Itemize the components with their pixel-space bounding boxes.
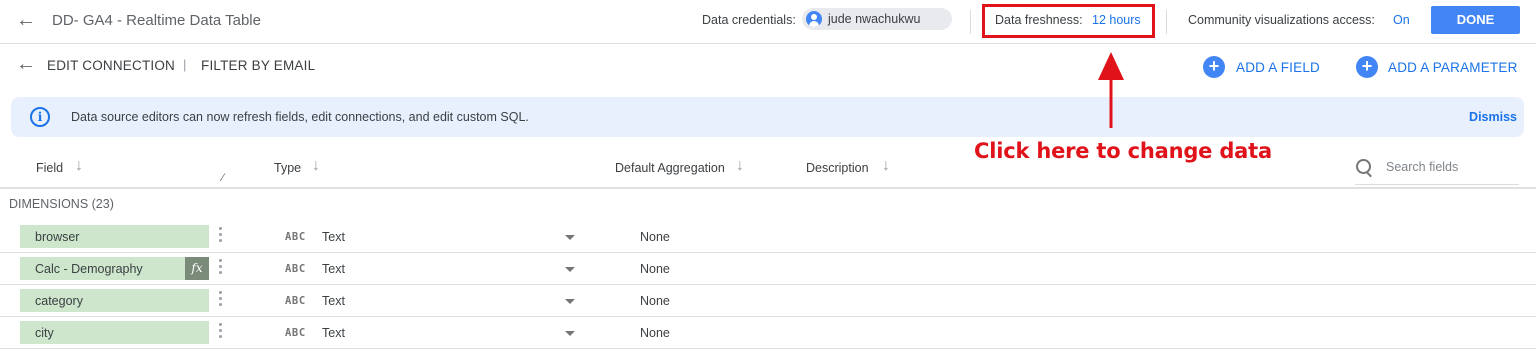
- credentials-user-name: jude nwachukwu: [828, 12, 921, 26]
- table-row: category ABC Text None: [0, 285, 1536, 317]
- back-arrow-icon[interactable]: ←: [16, 54, 36, 74]
- credentials-label: Data credentials:: [702, 13, 796, 27]
- dimensions-section-title: DIMENSIONS (23): [9, 197, 114, 211]
- credentials-chip[interactable]: jude nwachukwu: [802, 8, 952, 30]
- banner-message: Data source editors can now refresh fiel…: [71, 110, 529, 124]
- search-icon[interactable]: [1355, 158, 1375, 178]
- add-parameter-button[interactable]: ADD A PARAMETER: [1388, 60, 1518, 75]
- column-header-default-aggregation[interactable]: Default Aggregation: [615, 161, 725, 175]
- dropdown-caret-icon[interactable]: [565, 235, 575, 240]
- field-name-pill[interactable]: browser: [20, 225, 209, 248]
- field-aggregation: None: [640, 262, 670, 276]
- column-header-field[interactable]: Field: [36, 161, 63, 175]
- dropdown-caret-icon[interactable]: [565, 331, 575, 336]
- info-banner: i Data source editors can now refresh fi…: [11, 97, 1524, 137]
- field-type-select[interactable]: Text: [322, 230, 345, 244]
- add-field-button[interactable]: ADD A FIELD: [1236, 60, 1320, 75]
- done-button[interactable]: DONE: [1431, 6, 1520, 34]
- divider: [1166, 10, 1167, 34]
- user-avatar-icon: [806, 11, 822, 27]
- community-visualizations-value-link[interactable]: On: [1393, 13, 1410, 27]
- community-visualizations-label: Community visualizations access:: [1188, 13, 1375, 27]
- column-header-description[interactable]: Description: [806, 161, 869, 175]
- field-name: Calc - Demography: [35, 262, 143, 276]
- divider: [970, 10, 971, 34]
- field-name-pill[interactable]: Calc - Demography fx: [20, 257, 209, 280]
- edit-connection-button[interactable]: EDIT CONNECTION: [47, 58, 175, 73]
- sort-arrow-down-icon[interactable]: ↓: [736, 157, 744, 175]
- filter-by-email-button[interactable]: FILTER BY EMAIL: [201, 58, 315, 73]
- text-type-icon: ABC: [285, 231, 306, 243]
- header-divider: [0, 187, 1536, 189]
- field-name-pill[interactable]: city: [20, 321, 209, 344]
- info-icon: i: [30, 107, 50, 127]
- dropdown-caret-icon[interactable]: [565, 299, 575, 304]
- add-field-plus-icon[interactable]: +: [1203, 56, 1225, 78]
- back-arrow-icon[interactable]: ←: [16, 10, 36, 30]
- field-name: browser: [35, 230, 80, 244]
- data-source-title[interactable]: DD- GA4 - Realtime Data Table: [52, 12, 261, 29]
- field-aggregation: None: [640, 326, 670, 340]
- field-name: city: [35, 326, 54, 340]
- freshness-label: Data freshness:: [995, 13, 1083, 27]
- text-type-icon: ABC: [285, 295, 306, 307]
- more-vert-icon[interactable]: [219, 259, 222, 277]
- more-vert-icon[interactable]: [219, 291, 222, 309]
- more-vert-icon[interactable]: [219, 227, 222, 245]
- field-name: category: [35, 294, 83, 308]
- column-header-type[interactable]: Type: [274, 161, 301, 175]
- annotation-label: Click here to change data: [974, 139, 1272, 163]
- table-row: browser ABC Text None: [0, 221, 1536, 253]
- field-type-select[interactable]: Text: [322, 326, 345, 340]
- connection-toolbar: ← EDIT CONNECTION | FILTER BY EMAIL + AD…: [0, 45, 1536, 85]
- freshness-value-link[interactable]: 12 hours: [1092, 13, 1141, 27]
- text-type-icon: ABC: [285, 327, 306, 339]
- top-bar: ← DD- GA4 - Realtime Data Table Data cre…: [0, 0, 1536, 44]
- toolbar-separator: |: [183, 57, 187, 72]
- table-row: city ABC Text None: [0, 317, 1536, 349]
- dismiss-button[interactable]: Dismiss: [1469, 110, 1517, 124]
- field-aggregation: None: [640, 294, 670, 308]
- field-type-select[interactable]: Text: [322, 262, 345, 276]
- dropdown-caret-icon[interactable]: [565, 267, 575, 272]
- more-vert-icon[interactable]: [219, 323, 222, 341]
- sort-arrow-down-icon[interactable]: ↓: [312, 157, 320, 175]
- search-fields-input[interactable]: [1386, 160, 1518, 174]
- sort-arrow-down-icon[interactable]: ↓: [882, 157, 890, 175]
- calculated-field-fx-icon[interactable]: fx: [185, 257, 209, 280]
- search-underline: [1355, 184, 1519, 185]
- field-aggregation: None: [640, 230, 670, 244]
- sort-arrow-down-icon[interactable]: ↓: [75, 157, 83, 175]
- field-type-select[interactable]: Text: [322, 294, 345, 308]
- add-parameter-plus-icon[interactable]: +: [1356, 56, 1378, 78]
- table-row: Calc - Demography fx ABC Text None: [0, 253, 1536, 285]
- text-type-icon: ABC: [285, 263, 306, 275]
- field-name-pill[interactable]: category: [20, 289, 209, 312]
- column-resize-icon[interactable]: ⁄: [222, 172, 224, 184]
